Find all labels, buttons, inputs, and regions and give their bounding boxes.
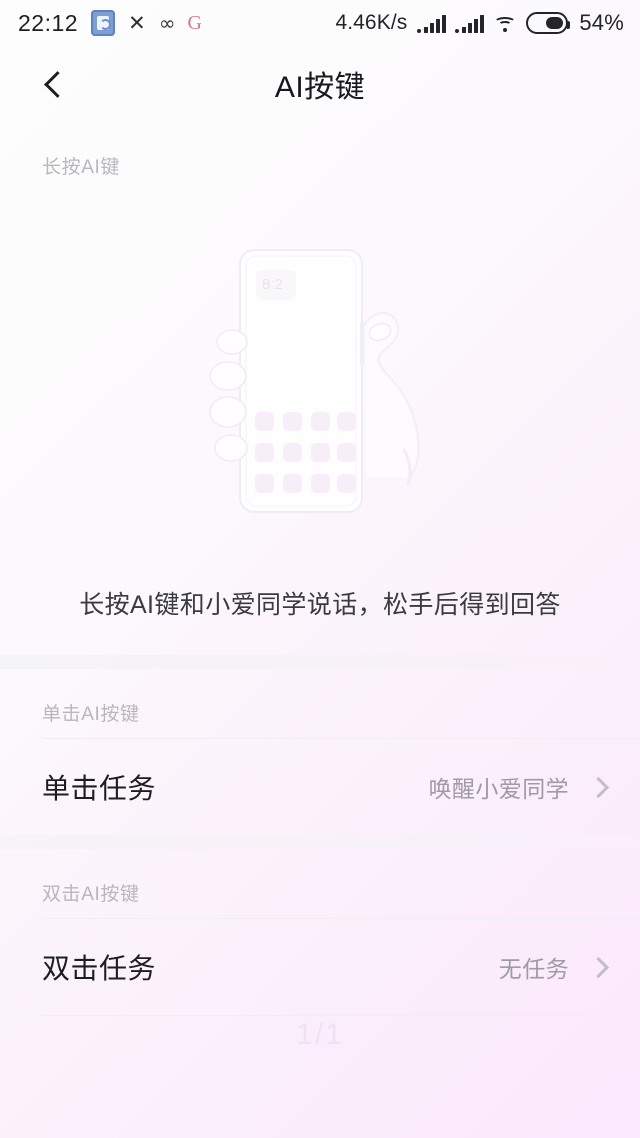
signal-icon: [455, 14, 485, 33]
close-icon: ✕: [128, 10, 146, 35]
single-click-task-label: 单击任务: [42, 773, 157, 804]
wifi-icon: [493, 14, 517, 33]
status-time: 22:12: [18, 9, 79, 36]
double-click-task-label: 双击任务: [42, 953, 157, 984]
single-click-task-row[interactable]: 单击任务 唤醒小爱同学: [0, 739, 640, 835]
single-click-task-right: 唤醒小爱同学: [429, 770, 610, 804]
section-header-long-press: 长按AI键: [42, 157, 120, 178]
svg-text:8:2: 8:2: [262, 276, 283, 293]
section-header-single-click: 单击AI按键: [42, 704, 140, 725]
title-bar: AI按键: [0, 46, 640, 122]
section-header-double-click: 双击AI按键: [42, 884, 140, 905]
chevron-right-icon: [587, 776, 610, 798]
signal-icon: [417, 14, 447, 33]
chevron-right-icon: [587, 956, 610, 978]
single-click-task-value: 唤醒小爱同学: [428, 776, 569, 802]
divider: [42, 1015, 640, 1016]
google-icon: G: [187, 12, 203, 34]
battery-percent: 54%: [579, 10, 624, 35]
infinity-icon: ∞: [158, 11, 176, 35]
long-press-caption: 长按AI键和小爱同学说话，松手后得到回答: [79, 591, 561, 619]
status-bar-left: 22:12 ✕ ∞ G: [18, 10, 202, 37]
section-separator-band: [0, 655, 640, 669]
section-separator-band: [0, 835, 640, 849]
page-title: AI按键: [274, 71, 366, 104]
chevron-left-icon: [43, 70, 71, 98]
long-press-illustration: 8:2: [0, 191, 640, 581]
double-click-task-right: 无任务: [499, 950, 610, 984]
network-speed: 4.46K/s: [335, 11, 408, 34]
status-bar: 22:12 ✕ ∞ G 4.46K/s 54%: [0, 0, 640, 46]
page-indicator: 1/1: [296, 1018, 344, 1051]
battery-icon: [526, 12, 571, 34]
double-click-task-row[interactable]: 双击任务 无任务: [0, 919, 640, 1015]
double-click-task-value: 无任务: [498, 956, 569, 982]
status-bar-right: 4.46K/s 54%: [335, 10, 624, 36]
app-icon: [91, 10, 116, 36]
back-button[interactable]: [22, 52, 86, 116]
hand-holding-phone-icon: 8:2: [209, 249, 420, 513]
